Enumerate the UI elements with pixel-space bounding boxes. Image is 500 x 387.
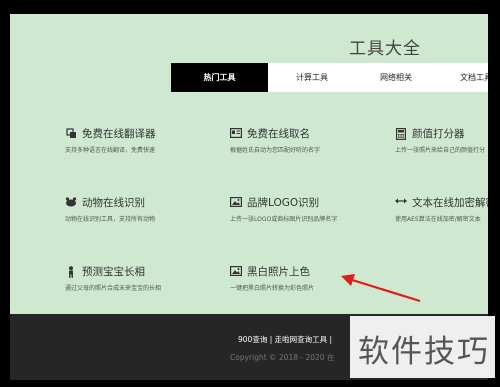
watermark-text: 软件技巧: [358, 334, 490, 370]
calculator-icon: [395, 128, 407, 141]
tool-desc: 动物在线识别工具，支持所有动物: [65, 216, 156, 223]
footer-copyright: Copyright © 2018 - 2020 在: [230, 353, 335, 362]
tab-document-tools[interactable]: 文档工具: [436, 63, 488, 92]
tool-desc: 通过父母的照片合成未来宝宝的长相: [65, 285, 162, 292]
tool-name[interactable]: 免费在线取名: [247, 127, 310, 141]
image-icon: [230, 197, 243, 209]
id-card-icon: [230, 128, 243, 140]
tool-name[interactable]: 免费在线翻译器: [82, 127, 156, 141]
tool-name[interactable]: 黑白照片上色: [247, 265, 310, 279]
tool-name[interactable]: 品牌LOGO识别: [247, 196, 319, 210]
site-title: 工具大全: [349, 39, 421, 59]
baby-icon: [65, 266, 77, 278]
category-tabs: 热门工具 计算工具 网络相关 文档工具: [171, 63, 488, 92]
tab-network[interactable]: 网络相关: [356, 63, 436, 92]
animal-icon: [65, 197, 77, 209]
footer-links[interactable]: 900查询 | 走啦网查询工具 |: [238, 334, 332, 345]
tool-desc: 上传一张照片来给自己的颜值打分: [395, 147, 486, 154]
tool-card-baby[interactable]: 预测宝宝长相 通过父母的照片合成未来宝宝的长相: [65, 265, 225, 292]
tool-desc: 上传一张LOGO或商标图片识别品牌名字: [230, 216, 338, 223]
tab-hot-tools[interactable]: 热门工具: [171, 63, 268, 92]
tool-desc: 根据姓氏自动为您匹配好听的名字: [230, 147, 321, 154]
tool-card-face-score[interactable]: 颜值打分器 上传一张照片来给自己的颜值打分: [395, 127, 488, 154]
tools-page: 工具大全 热门工具 计算工具 网络相关 文档工具 免费在线翻译器 支持多种语言在…: [10, 14, 488, 314]
tool-card-translate[interactable]: 免费在线翻译器 支持多种语言在线翻译，免费快速: [65, 127, 225, 154]
tool-name[interactable]: 预测宝宝长相: [82, 265, 145, 279]
tool-card-colorize[interactable]: 黑白照片上色 一键把黑白照片转换为彩色照片: [230, 265, 390, 292]
screenshot-frame: 工具大全 热门工具 计算工具 网络相关 文档工具 免费在线翻译器 支持多种语言在…: [0, 0, 500, 387]
tool-desc: 使用AES算法在线加密/解密文本: [395, 216, 481, 223]
watermark: 软件技巧: [350, 316, 495, 378]
photo-icon: [230, 266, 243, 278]
tool-desc: 支持多种语言在线翻译，免费快速: [65, 147, 156, 154]
tool-desc: 一键把黑白照片转换为彩色照片: [230, 285, 315, 292]
tool-name[interactable]: 动物在线识别: [82, 196, 145, 210]
tool-name[interactable]: 颜值打分器: [412, 127, 465, 141]
tool-card-naming[interactable]: 免费在线取名 根据姓氏自动为您匹配好听的名字: [230, 127, 390, 154]
swap-icon: [395, 197, 407, 209]
tool-card-encrypt[interactable]: 文本在线加密解密 使用AES算法在线加密/解密文本: [395, 196, 488, 223]
tool-name[interactable]: 文本在线加密解密: [412, 196, 488, 210]
tool-card-animal[interactable]: 动物在线识别 动物在线识别工具，支持所有动物: [65, 196, 225, 223]
tool-card-logo[interactable]: 品牌LOGO识别 上传一张LOGO或商标图片识别品牌名字: [230, 196, 390, 223]
translate-icon: [65, 128, 77, 140]
tab-calc-tools[interactable]: 计算工具: [268, 63, 356, 92]
